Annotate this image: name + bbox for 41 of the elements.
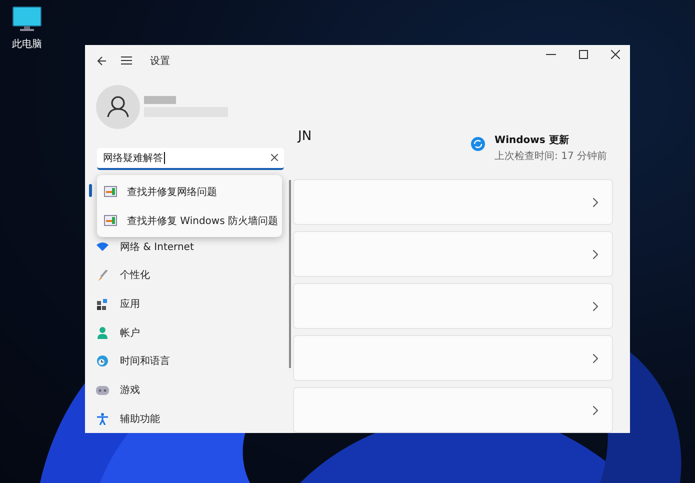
clear-icon[interactable]	[271, 154, 278, 162]
minimize-icon[interactable]	[546, 54, 556, 56]
account-name: JN	[298, 129, 312, 146]
close-icon[interactable]	[611, 50, 620, 60]
maximize-icon[interactable]	[579, 50, 588, 60]
globe-clock-icon	[96, 355, 109, 368]
chevron-right-icon	[593, 198, 598, 206]
scrollbar[interactable]	[289, 180, 291, 368]
sidebar-item[interactable]: 时间和语言	[85, 347, 290, 376]
person-icon	[96, 326, 109, 339]
monitor-icon[interactable]	[12, 6, 42, 33]
brush-icon	[96, 270, 109, 281]
update-title[interactable]: Windows 更新	[494, 133, 607, 148]
desktop-icon-label[interactable]: 此电脑	[12, 37, 42, 51]
search-field[interactable]: 网络疑难解答	[97, 148, 284, 170]
gamepad-icon	[96, 386, 109, 395]
sidebar-item[interactable]: 游戏	[85, 376, 290, 404]
troubleshooter-icon	[104, 215, 117, 226]
blurred-name	[144, 96, 176, 104]
wifi-icon	[96, 242, 109, 252]
suggestion-item[interactable]: 查找并修复 Windows 防火墙问题	[97, 206, 282, 235]
chevron-right-icon	[593, 250, 598, 258]
chevron-right-icon	[593, 354, 598, 362]
update-status: 上次检查时间: 17 分钟前	[494, 150, 607, 164]
window-title: 设置	[150, 54, 170, 68]
chevron-right-icon	[593, 302, 598, 310]
sidebar-item[interactable]: 网络 & Internet	[85, 232, 290, 262]
accessibility-icon	[96, 412, 109, 425]
sidebar-item[interactable]: 辅助功能	[85, 404, 290, 433]
sidebar-item[interactable]: 个性化	[85, 261, 290, 290]
suggestion-item[interactable]: 查找并修复网络问题	[97, 177, 282, 206]
menu-icon[interactable]	[121, 56, 132, 66]
sidebar-item[interactable]: 应用	[85, 290, 290, 318]
back-arrow-icon[interactable]	[97, 56, 107, 66]
avatar-icon	[96, 84, 140, 129]
apps-icon	[96, 298, 109, 310]
chevron-right-icon	[593, 406, 598, 414]
troubleshooter-icon	[104, 186, 117, 197]
selection-indicator	[89, 184, 92, 197]
sync-icon	[470, 137, 485, 152]
sidebar-item[interactable]: 帐户	[85, 318, 290, 348]
